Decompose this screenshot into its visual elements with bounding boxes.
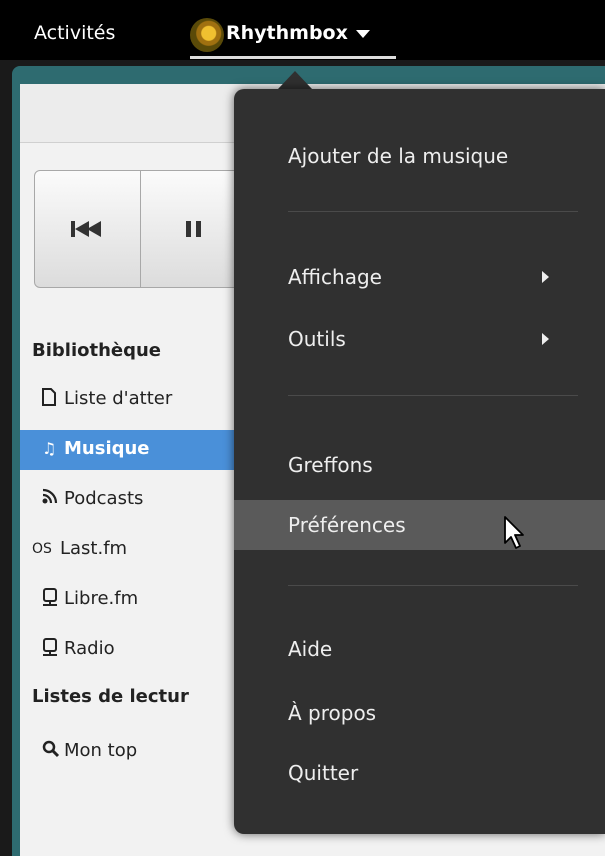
- sidebar-item-label: Mon top: [64, 740, 138, 761]
- menu-pointer: [278, 71, 312, 89]
- submenu-arrow-icon: [542, 333, 549, 345]
- sidebar-item-librefm[interactable]: Libre.fm: [20, 580, 250, 620]
- menu-item-label: Ajouter de la musique: [288, 144, 509, 168]
- sidebar-item-podcasts[interactable]: Podcasts: [20, 480, 250, 520]
- menu-separator: [288, 585, 578, 586]
- menu-item-tools[interactable]: Outils: [234, 314, 605, 364]
- previous-track-button[interactable]: [34, 170, 142, 288]
- pause-icon: [186, 221, 201, 237]
- menu-separator: [288, 395, 578, 396]
- menu-item-plugins[interactable]: Greffons: [234, 440, 605, 490]
- menu-item-view[interactable]: Affichage: [234, 252, 605, 302]
- top-bar: Activités Rhythmbox: [0, 0, 605, 60]
- sidebar-item-music[interactable]: ♫ Musique: [20, 430, 250, 470]
- menu-item-quit[interactable]: Quitter: [234, 748, 605, 798]
- menu-item-label: Outils: [288, 327, 346, 351]
- mouse-cursor-icon: [504, 516, 524, 549]
- sidebar-item-my-top[interactable]: Mon top: [20, 732, 250, 772]
- sidebar-item-label: Liste d'atter: [64, 388, 173, 409]
- sidebar-item-label: Libre.fm: [64, 588, 139, 609]
- sidebar-item-lastfm[interactable]: OS Last.fm: [20, 530, 250, 570]
- caret-down-icon: [355, 29, 370, 38]
- sidebar-item-queue[interactable]: Liste d'atter: [20, 380, 250, 420]
- pause-button[interactable]: [140, 170, 248, 288]
- menu-item-help[interactable]: Aide: [234, 624, 605, 674]
- app-menu-title: Rhythmbox: [226, 22, 348, 44]
- activities-button[interactable]: Activités: [34, 22, 115, 44]
- skip-back-icon: [71, 221, 101, 237]
- radio-icon: [42, 638, 62, 660]
- sidebar-item-label: Radio: [64, 638, 115, 659]
- playlists-heading: Listes de lectur: [32, 686, 189, 707]
- menu-item-label: Affichage: [288, 265, 382, 289]
- sidebar-item-label: Musique: [64, 438, 150, 459]
- app-menu-underline: [190, 56, 396, 59]
- lastfm-icon: OS: [32, 541, 52, 557]
- menu-item-label: Quitter: [288, 761, 359, 785]
- rss-icon: [42, 488, 62, 510]
- sidebar: Bibliothèque Liste d'atter ♫ Musique Pod…: [20, 330, 250, 856]
- rhythmbox-app-icon: [190, 18, 224, 52]
- menu-item-label: Aide: [288, 637, 333, 661]
- sidebar-item-label: Last.fm: [60, 538, 128, 559]
- menu-separator: [288, 211, 578, 212]
- library-heading: Bibliothèque: [32, 340, 162, 361]
- menu-item-about[interactable]: À propos: [234, 688, 605, 738]
- app-menu-dropdown: Ajouter de la musique Affichage Outils G…: [234, 89, 605, 834]
- submenu-arrow-icon: [542, 271, 549, 283]
- music-note-icon: ♫: [42, 439, 57, 458]
- menu-item-label: Greffons: [288, 453, 373, 477]
- sidebar-item-label: Podcasts: [64, 488, 144, 509]
- menu-item-label: À propos: [288, 701, 377, 725]
- menu-item-add-music[interactable]: Ajouter de la musique: [234, 131, 605, 181]
- document-icon: [42, 388, 62, 410]
- menu-item-label: Préférences: [288, 513, 406, 537]
- sidebar-item-radio[interactable]: Radio: [20, 630, 250, 670]
- menu-item-preferences[interactable]: Préférences: [234, 500, 605, 550]
- radio-icon: [42, 588, 62, 610]
- search-icon: [42, 740, 62, 762]
